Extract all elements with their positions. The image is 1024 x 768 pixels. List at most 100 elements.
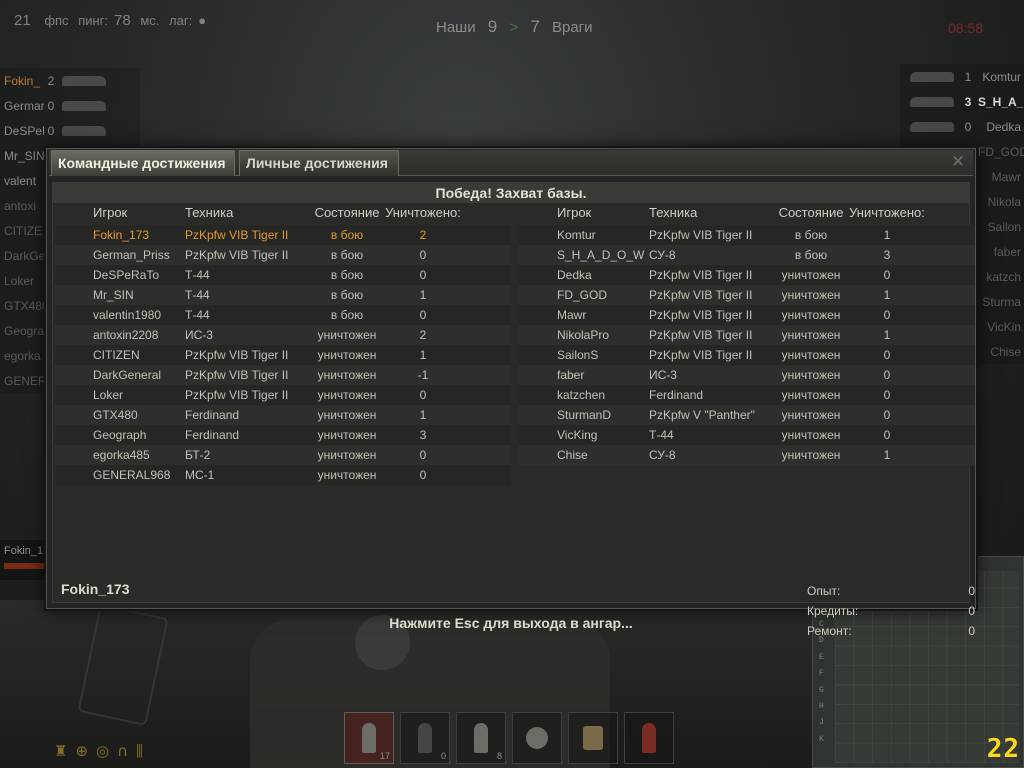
- table-row[interactable]: NikolaPro PzKpfw VIB Tiger II уничтожен 1: [519, 325, 975, 345]
- kills: 0: [883, 408, 891, 422]
- side-player-name: CITIZE: [4, 223, 42, 238]
- allies-label: Наши: [436, 19, 476, 36]
- vehicle-name: СУ-8: [649, 248, 676, 262]
- side-list-item: Fokin_ 2: [0, 68, 140, 93]
- vehicle-name: Т-44: [185, 308, 210, 322]
- vehicle-name: Ferdinand: [185, 408, 240, 422]
- status: в бою: [794, 248, 828, 262]
- table-row[interactable]: SailonS PzKpfw VIB Tiger II уничтожен 0: [519, 345, 975, 365]
- status: уничтожен: [781, 428, 841, 442]
- status: в бою: [794, 228, 828, 242]
- lag-indicator-icon: ●: [198, 13, 207, 28]
- tank-icon: [62, 125, 106, 136]
- vehicle-name: СУ-8: [649, 448, 676, 462]
- vehicle-name: PzKpfw VIB Tiger II: [185, 228, 289, 242]
- table-row[interactable]: Loker PzKpfw VIB Tiger II уничтожен 0: [55, 385, 511, 405]
- ammo-slot-he[interactable]: 8: [456, 712, 506, 764]
- table-row[interactable]: GTX480 Ferdinand уничтожен 1: [55, 405, 511, 425]
- consumable-fire-extinguisher[interactable]: [624, 712, 674, 764]
- status: уничтожен: [781, 348, 841, 362]
- status: уничтожен: [781, 408, 841, 422]
- side-player-name: Nikola: [987, 194, 1021, 209]
- kills: 0: [419, 268, 427, 282]
- table-row[interactable]: DarkGeneral PzKpfw VIB Tiger II уничтожен -…: [55, 365, 511, 385]
- ammo-slot-heat[interactable]: 0: [400, 712, 450, 764]
- side-player-name: GTX480: [4, 298, 44, 313]
- table-row[interactable]: Fokin_173 PzKpfw VIB Tiger II в бою 2: [55, 225, 511, 245]
- side-player-name: Mr_SIN: [4, 148, 44, 163]
- status: уничтожен: [317, 408, 377, 422]
- ap-shell-icon: [362, 723, 376, 753]
- performance-readout: 21 фпс пинг: 78 мс. лаг: ●: [14, 12, 212, 29]
- table-row[interactable]: antoxin2208 ИС-3 уничтожен 2: [55, 325, 511, 345]
- kills: 0: [883, 368, 891, 382]
- side-player-name: VicKin: [987, 319, 1021, 334]
- player-name: NikolaPro: [557, 328, 610, 342]
- status: уничтожен: [781, 328, 841, 342]
- header-vehicle: Техника: [185, 205, 234, 220]
- vehicle-name: PzKpfw VIB Tiger II: [185, 348, 289, 362]
- side-player-name: Sailon: [987, 219, 1021, 234]
- ammo-count: 8: [496, 751, 502, 761]
- table-row[interactable]: SturmanD PzKpfw V "Panther" уничтожен 0: [519, 405, 975, 425]
- tab-personal-achievements[interactable]: Личные достижения: [239, 150, 399, 176]
- table-row[interactable]: Komtur PzKpfw VIB Tiger II в бою 1: [519, 225, 975, 245]
- dialog-tabs: Командные достижения Личные достижения ✕: [49, 150, 973, 176]
- battle-results-dialog: Командные достижения Личные достижения ✕…: [46, 148, 976, 638]
- table-row[interactable]: DeSPeRaTo Т-44 в бою 0: [55, 265, 511, 285]
- table-row[interactable]: VicKing Т-44 уничтожен 0: [519, 425, 975, 445]
- consumable-first-aid[interactable]: [568, 712, 618, 764]
- exp-label: Опыт:: [807, 584, 841, 598]
- table-row[interactable]: Mawr PzKpfw VIB Tiger II уничтожен 0: [519, 305, 975, 325]
- table-row[interactable]: Mr_SIN Т-44 в бою 1: [55, 285, 511, 305]
- table-row[interactable]: FD_GOD PzKpfw VIB Tiger II уничтожен 1: [519, 285, 975, 305]
- ping-value: 78: [114, 12, 131, 29]
- vehicle-name: PzKpfw VIB Tiger II: [185, 388, 289, 402]
- table-row[interactable]: katzchen Ferdinand уничтожен 0: [519, 385, 975, 405]
- player-name: Komtur: [557, 228, 596, 242]
- crew-status-icons: ♜ ⊕ ◎ ∩ ⫼: [54, 742, 143, 760]
- header-status: Состояние: [314, 205, 380, 220]
- consumable-repair-kit[interactable]: [512, 712, 562, 764]
- kills: 2: [419, 328, 427, 342]
- kills: 3: [883, 248, 891, 262]
- kills: 0: [419, 248, 427, 262]
- earnings-exp-row: Опыт: 0: [807, 581, 975, 601]
- table-row[interactable]: German_Priss PzKpfw VIB Tiger II в бою 0: [55, 245, 511, 265]
- score-arrow-icon: >: [509, 19, 519, 36]
- player-name: Loker: [93, 388, 124, 402]
- side-player-name: German: [4, 98, 44, 113]
- side-player-name: Sturma: [982, 294, 1021, 309]
- table-row[interactable]: Dedka PzKpfw VIB Tiger II уничтожен 0: [519, 265, 975, 285]
- status: уничтожен: [781, 288, 841, 302]
- minimap-letter: K: [819, 734, 824, 744]
- headset-icon: ∩: [117, 742, 129, 760]
- earnings-repair-row: Ремонт: 0: [807, 621, 975, 641]
- table-row[interactable]: CITIZEN PzKpfw VIB Tiger II уничтожен 1: [55, 345, 511, 365]
- ms-label: мс.: [140, 13, 160, 28]
- kills: 1: [883, 328, 891, 342]
- ammo-slot-ap[interactable]: 17: [344, 712, 394, 764]
- tab-team-achievements[interactable]: Командные достижения: [51, 150, 235, 176]
- table-row[interactable]: faber ИС-3 уничтожен 0: [519, 365, 975, 385]
- kills: 1: [419, 408, 427, 422]
- side-player-kills: 0: [47, 123, 55, 138]
- close-icon[interactable]: ✕: [949, 154, 967, 172]
- table-row[interactable]: GENERAL968 МС-1 уничтожен 0: [55, 465, 511, 485]
- kills: 1: [883, 228, 891, 242]
- status: уничтожен: [317, 328, 377, 342]
- table-row[interactable]: valentin1980 Т-44 в бою 0: [55, 305, 511, 325]
- header-kills: Уничтожено:: [849, 205, 925, 220]
- table-row[interactable]: Geograph Ferdinand уничтожен 3: [55, 425, 511, 445]
- vehicle-name: PzKpfw VIB Tiger II: [649, 308, 753, 322]
- table-row[interactable]: Chise СУ-8 уничтожен 1: [519, 445, 975, 465]
- fps-label: фпс: [44, 13, 69, 28]
- allies-score: 9: [487, 17, 498, 36]
- table-row[interactable]: S_H_A_D_O_W СУ-8 в бою 3: [519, 245, 975, 265]
- player-name: CITIZEN: [93, 348, 140, 362]
- table-row[interactable]: egorka485 БТ-2 уничтожен 0: [55, 445, 511, 465]
- table-header: Игрок Техника Состояние Уничтожено:: [55, 205, 511, 225]
- vehicle-name: PzKpfw VIB Tiger II: [649, 328, 753, 342]
- results-panel: Победа! Захват базы. Игрок Техника Состо…: [52, 182, 975, 638]
- side-player-name: Fokin_: [4, 73, 41, 88]
